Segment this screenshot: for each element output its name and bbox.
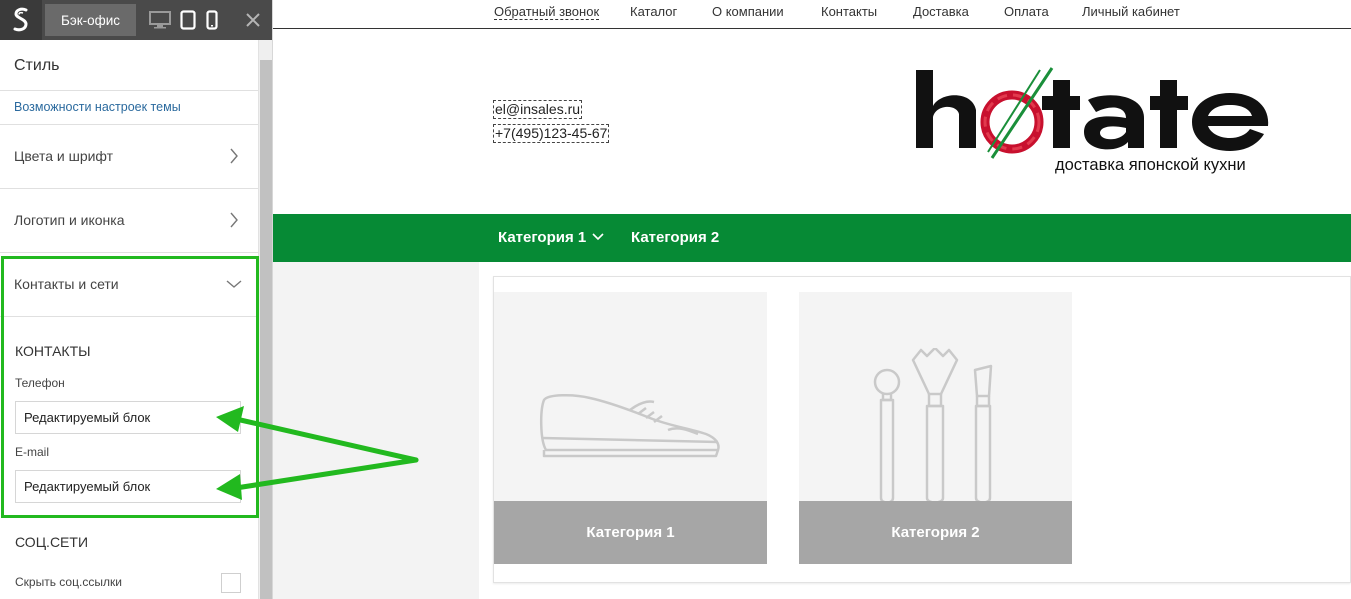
nav-contacts-link[interactable]: Контакты bbox=[821, 4, 877, 19]
chevron-down-icon bbox=[592, 233, 604, 241]
nav-payment-link[interactable]: Оплата bbox=[1004, 4, 1049, 19]
category-card-2[interactable]: Категория 2 bbox=[799, 292, 1072, 564]
menu-item-colors-fonts[interactable]: Цвета и шрифт bbox=[14, 148, 113, 164]
close-icon[interactable] bbox=[241, 0, 265, 40]
nav-account-link[interactable]: Личный кабинет bbox=[1082, 4, 1180, 19]
highlight-frame bbox=[1, 256, 259, 518]
desktop-icon[interactable] bbox=[147, 0, 173, 40]
chevron-right-icon[interactable] bbox=[229, 148, 239, 164]
brand-tagline: доставка японской кухни bbox=[1055, 156, 1246, 174]
divider bbox=[0, 124, 258, 125]
brushes-icon bbox=[873, 348, 993, 504]
panel-title: Стиль bbox=[14, 57, 60, 74]
divider bbox=[0, 90, 258, 91]
social-section-title: СОЦ.СЕТИ bbox=[15, 534, 89, 550]
nav-catalog-link[interactable]: Каталог bbox=[630, 4, 677, 19]
editor-topbar: Бэк-офис bbox=[0, 0, 272, 40]
category-card-2-label[interactable]: Категория 2 bbox=[799, 501, 1072, 564]
scrollbar-thumb[interactable] bbox=[260, 60, 272, 599]
header-email[interactable]: el@insales.ru bbox=[493, 100, 583, 119]
app-logo-icon[interactable] bbox=[0, 0, 42, 40]
hide-social-label: Скрыть соц.ссылки bbox=[15, 575, 122, 589]
nav-about-link[interactable]: О компании bbox=[712, 4, 784, 19]
backoffice-button[interactable]: Бэк-офис bbox=[45, 4, 136, 36]
divider bbox=[0, 252, 258, 253]
chevron-right-icon[interactable] bbox=[229, 212, 239, 228]
category-menu-1[interactable]: Категория 1 bbox=[498, 229, 604, 246]
shoe-icon bbox=[540, 394, 720, 458]
hide-social-checkbox[interactable] bbox=[221, 573, 241, 593]
tablet-icon[interactable] bbox=[178, 0, 198, 40]
category-menu-1-label: Категория 1 bbox=[498, 229, 587, 246]
theme-settings-link[interactable]: Возможности настроек темы bbox=[14, 100, 181, 114]
category-bar: Категория 1 Категория 2 bbox=[273, 214, 1351, 262]
nav-delivery-link[interactable]: Доставка bbox=[913, 4, 969, 19]
category-menu-2[interactable]: Категория 2 bbox=[631, 229, 719, 246]
category-card-1[interactable]: Категория 1 bbox=[494, 292, 767, 564]
divider bbox=[0, 188, 258, 189]
mobile-icon[interactable] bbox=[203, 0, 221, 40]
top-nav: Обратный звонок Каталог О компании Конта… bbox=[273, 0, 1351, 29]
category-card-1-label[interactable]: Категория 1 bbox=[494, 501, 767, 564]
nav-callback-link[interactable]: Обратный звонок bbox=[494, 4, 600, 20]
menu-item-logo-icon[interactable]: Логотип и иконка bbox=[14, 212, 125, 228]
sidebar-area bbox=[273, 262, 479, 599]
header-phone[interactable]: +7(495)123-45-67 bbox=[493, 124, 610, 143]
